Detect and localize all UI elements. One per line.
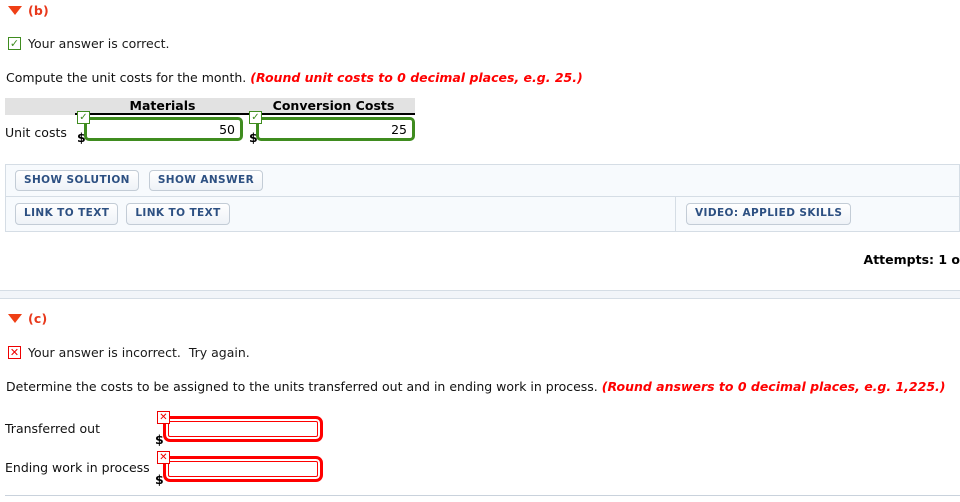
check-icon-materials: ✓ <box>77 111 90 124</box>
show-solution-button[interactable]: SHOW SOLUTION <box>15 169 139 192</box>
collapse-triangle-icon[interactable] <box>8 6 22 15</box>
x-icon: ✕ <box>8 346 21 359</box>
status-correct-b: ✓ Your answer is correct. <box>8 36 169 51</box>
section-label-b: (b) <box>28 3 49 18</box>
links-toolbar-right: VIDEO: APPLIED SKILLS <box>686 197 852 231</box>
column-header-conversion-costs: Conversion Costs <box>252 98 415 115</box>
attempts-counter: Attempts: 1 o <box>863 252 960 267</box>
row-label-ending-wip: Ending work in process <box>5 460 150 475</box>
ending-wip-field-wrap: ✕ <box>157 451 323 482</box>
toolbar-divider <box>675 197 676 231</box>
row-label-transferred-out: Transferred out <box>5 421 100 436</box>
status-incorrect-c: ✕ Your answer is incorrect. Try again. <box>8 345 250 360</box>
unit-cost-materials-input[interactable] <box>84 117 243 141</box>
links-toolbar-left: LINK TO TEXT LINK TO TEXT <box>15 197 230 231</box>
status-text-c: Your answer is incorrect. Try again. <box>28 345 250 360</box>
column-header-materials: Materials <box>75 98 250 115</box>
unit-costs-table-header: Materials Conversion Costs <box>5 98 415 115</box>
prompt-hint-b: (Round unit costs to 0 decimal places, e… <box>250 70 583 85</box>
check-icon-conversion: ✓ <box>249 111 262 124</box>
prompt-text-b: Compute the unit costs for the month. <box>6 70 247 85</box>
transferred-out-field-wrap: ✕ <box>157 411 323 442</box>
row-label-unit-costs: Unit costs <box>5 125 67 140</box>
links-toolbar: LINK TO TEXT LINK TO TEXT VIDEO: APPLIED… <box>5 196 960 232</box>
link-to-text-button-1[interactable]: LINK TO TEXT <box>15 203 119 225</box>
show-answer-button[interactable]: SHOW ANSWER <box>148 169 264 192</box>
solution-toolbar-buttons: SHOW SOLUTION SHOW ANSWER <box>15 165 264 196</box>
link-to-text-button-2[interactable]: LINK TO TEXT <box>126 203 230 225</box>
section-header-b[interactable]: (b) <box>8 3 49 18</box>
prompt-hint-c: (Round answers to 0 decimal places, e.g.… <box>601 379 946 394</box>
prompt-c: Determine the costs to be assigned to th… <box>6 379 945 394</box>
x-icon-transferred-out: ✕ <box>157 411 170 424</box>
bottom-divider <box>5 495 960 496</box>
ending-wip-input[interactable] <box>163 456 323 482</box>
x-icon-ending-wip: ✕ <box>157 451 170 464</box>
unit-cost-materials-field-wrap: ✓ <box>77 111 243 141</box>
unit-cost-conversion-field-wrap: ✓ <box>249 111 415 141</box>
solution-toolbar: SHOW SOLUTION SHOW ANSWER <box>5 164 960 197</box>
prompt-b: Compute the unit costs for the month. (R… <box>6 70 583 85</box>
video-applied-skills-button[interactable]: VIDEO: APPLIED SKILLS <box>686 203 852 225</box>
unit-cost-conversion-input[interactable] <box>256 117 415 141</box>
section-label-c: (c) <box>28 311 48 326</box>
check-icon: ✓ <box>8 37 21 50</box>
section-header-c[interactable]: (c) <box>8 311 47 326</box>
collapse-triangle-icon[interactable] <box>8 314 22 323</box>
prompt-text-c: Determine the costs to be assigned to th… <box>6 379 598 394</box>
section-separator-band <box>0 290 960 299</box>
status-text-b: Your answer is correct. <box>28 36 170 51</box>
transferred-out-input[interactable] <box>163 416 323 442</box>
